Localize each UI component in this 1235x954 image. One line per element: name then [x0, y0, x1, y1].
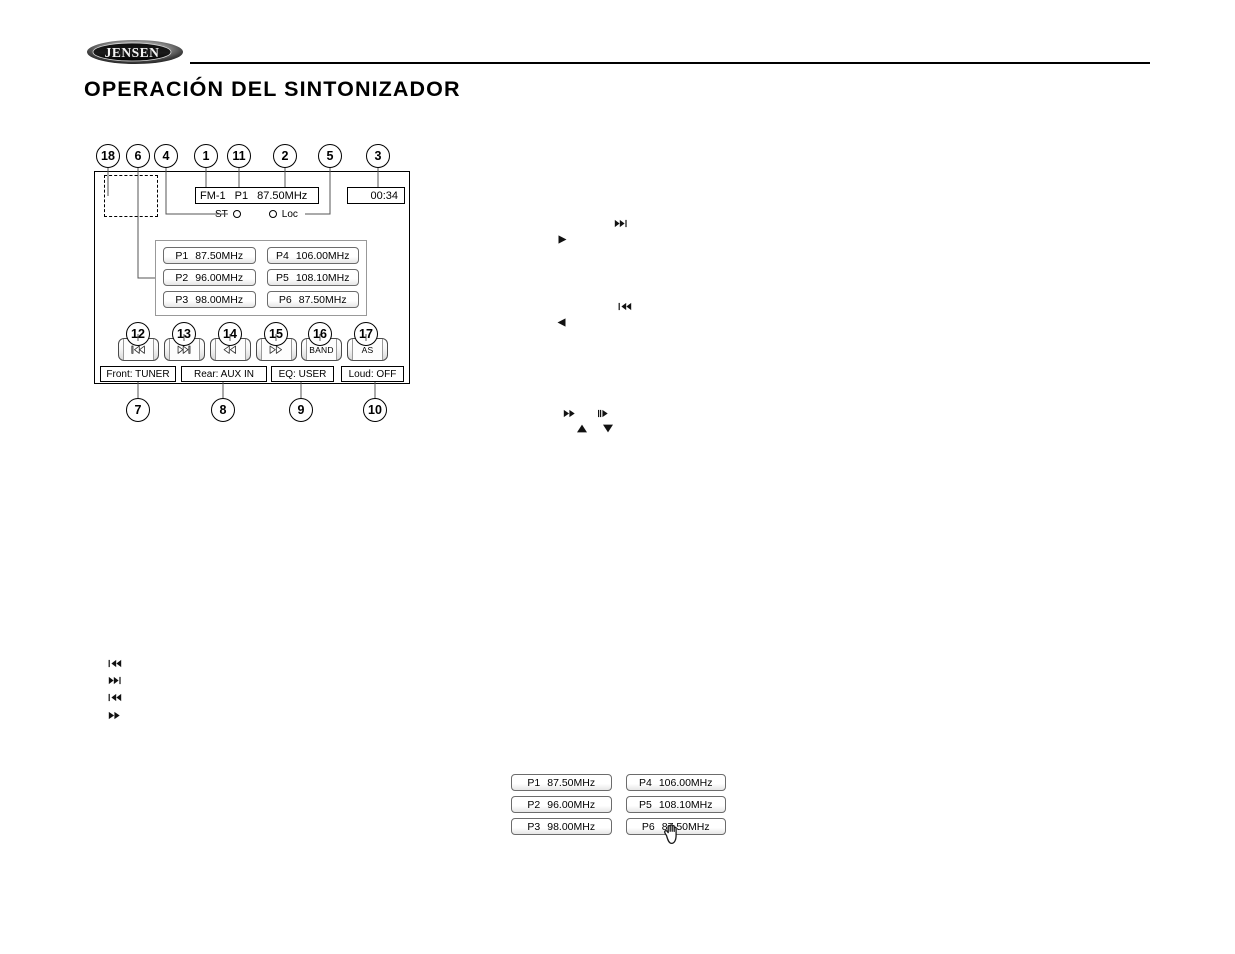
callout-7: 7 — [126, 398, 150, 422]
pointing-hand-cursor — [660, 822, 686, 848]
status-eq[interactable]: EQ: USER — [271, 366, 334, 382]
preset-example-figure: P1 87.50MHz P4 106.00MHz P2 96.00MHz P5 108.10M… — [511, 774, 726, 837]
frequency-label: 87.50MHz — [257, 189, 308, 202]
status-rear[interactable]: Rear: AUX IN — [181, 366, 267, 382]
preset-number: P1 — [175, 249, 189, 262]
preset-frequency: 108.10MHz — [658, 798, 713, 811]
preset-frequency: 108.10MHz — [295, 271, 350, 284]
band-label: FM-1 — [200, 189, 226, 202]
stereo-indicator-icon — [232, 210, 241, 218]
callout-9: 9 — [289, 398, 313, 422]
preset-number: P5 — [275, 271, 289, 284]
fast-forward-icon — [108, 711, 122, 720]
callout-13: 13 — [172, 322, 196, 346]
indicator-row: ST Loc — [215, 207, 325, 221]
callout-17: 17 — [354, 322, 378, 346]
preset-number: P4 — [275, 249, 289, 262]
local-indicator-icon — [268, 210, 277, 218]
preset-number: P4 — [638, 776, 652, 789]
preset-number: P1 — [527, 776, 541, 789]
preset-frequency: 87.50MHz — [547, 776, 596, 789]
preset-label: P1 — [234, 189, 249, 202]
preset-button-p4[interactable]: P4 106.00MHz — [266, 247, 359, 264]
example-preset-button-p1[interactable]: P1 87.50MHz — [511, 774, 612, 791]
preset-number: P5 — [638, 798, 652, 811]
preset-button-p6[interactable]: P6 87.50MHz — [266, 291, 359, 308]
preset-frequency: 96.00MHz — [547, 798, 596, 811]
stereo-indicator-label: ST — [215, 208, 228, 220]
preset-frequency: 98.00MHz — [195, 293, 244, 306]
preset-frequency: 87.50MHz — [195, 249, 244, 262]
skip-previous-icon — [108, 659, 122, 668]
callout-4: 4 — [154, 144, 178, 168]
callout-8: 8 — [211, 398, 235, 422]
preset-number: P2 — [175, 271, 189, 284]
skip-next-icon — [614, 219, 628, 228]
preset-number: P6 — [278, 293, 292, 306]
status-front[interactable]: Front: TUNER — [100, 366, 176, 382]
preset-button-p2[interactable]: P2 96.00MHz — [163, 269, 256, 286]
callout-5: 5 — [318, 144, 342, 168]
preset-panel: P1 87.50MHz P4 106.00MHz P2 96.00MHz P5 108.10M… — [155, 240, 367, 316]
preset-grid: P1 87.50MHz P4 106.00MHz P2 96.00MHz P5 108.10M… — [156, 241, 366, 314]
fast-forward-icon — [563, 409, 577, 418]
preset-button-p5[interactable]: P5 108.10MHz — [266, 269, 359, 286]
skip-previous-icon — [618, 302, 632, 311]
example-preset-button-p3[interactable]: P3 98.00MHz — [511, 818, 612, 835]
preset-frequency: 98.00MHz — [547, 820, 596, 833]
example-preset-button-p2[interactable]: P2 96.00MHz — [511, 796, 612, 813]
callout-10: 10 — [363, 398, 387, 422]
preset-frequency: 96.00MHz — [195, 271, 244, 284]
clock-readout: 00:34 — [347, 187, 405, 204]
preset-button-p3[interactable]: P3 98.00MHz — [163, 291, 256, 308]
preset-button-p1[interactable]: P1 87.50MHz — [163, 247, 256, 264]
callout-12: 12 — [126, 322, 150, 346]
status-bar: Front: TUNER Rear: AUX IN EQ: USER Loud: OF… — [100, 366, 404, 382]
callout-14: 14 — [218, 322, 242, 346]
callout-18-dashed-region — [104, 175, 158, 217]
preset-number: P3 — [175, 293, 189, 306]
example-preset-button-p5[interactable]: P5 108.10MHz — [625, 796, 726, 813]
callout-3: 3 — [366, 144, 390, 168]
skip-next-icon — [108, 676, 122, 685]
play-icon — [557, 235, 571, 244]
preset-number: P6 — [641, 820, 655, 833]
transport-button-row: BAND AS — [113, 338, 398, 362]
preset-frequency: 106.00MHz — [295, 249, 350, 262]
callout-2: 2 — [273, 144, 297, 168]
preset-number: P2 — [527, 798, 541, 811]
local-indicator-label: Loc — [281, 208, 298, 220]
station-readout: FM-1 P1 87.50MHz — [195, 187, 319, 204]
preset-number: P3 — [527, 820, 541, 833]
play-reverse-icon — [556, 318, 570, 327]
callout-16: 16 — [308, 322, 332, 346]
callout-18: 18 — [96, 144, 120, 168]
preset-frequency: 87.50MHz — [298, 293, 347, 306]
triangle-up-icon — [575, 424, 589, 433]
step-forward-icon — [597, 409, 611, 418]
callout-15: 15 — [264, 322, 288, 346]
clock-value: 00:34 — [370, 189, 398, 202]
callout-6: 6 — [126, 144, 150, 168]
status-loud[interactable]: Loud: OFF — [341, 366, 404, 382]
preset-frequency: 106.00MHz — [658, 776, 713, 789]
preset-grid-example: P1 87.50MHz P4 106.00MHz P2 96.00MHz P5 108.10M… — [511, 774, 726, 835]
callout-1: 1 — [194, 144, 218, 168]
callout-11: 11 — [227, 144, 251, 168]
triangle-down-icon — [601, 424, 615, 433]
tuner-display-figure: 18 6 4 1 11 2 5 3 FM-1 P1 87.50MHz 00:34 ST Loc… — [0, 0, 440, 440]
skip-previous-icon — [108, 693, 122, 702]
example-preset-button-p4[interactable]: P4 106.00MHz — [625, 774, 726, 791]
